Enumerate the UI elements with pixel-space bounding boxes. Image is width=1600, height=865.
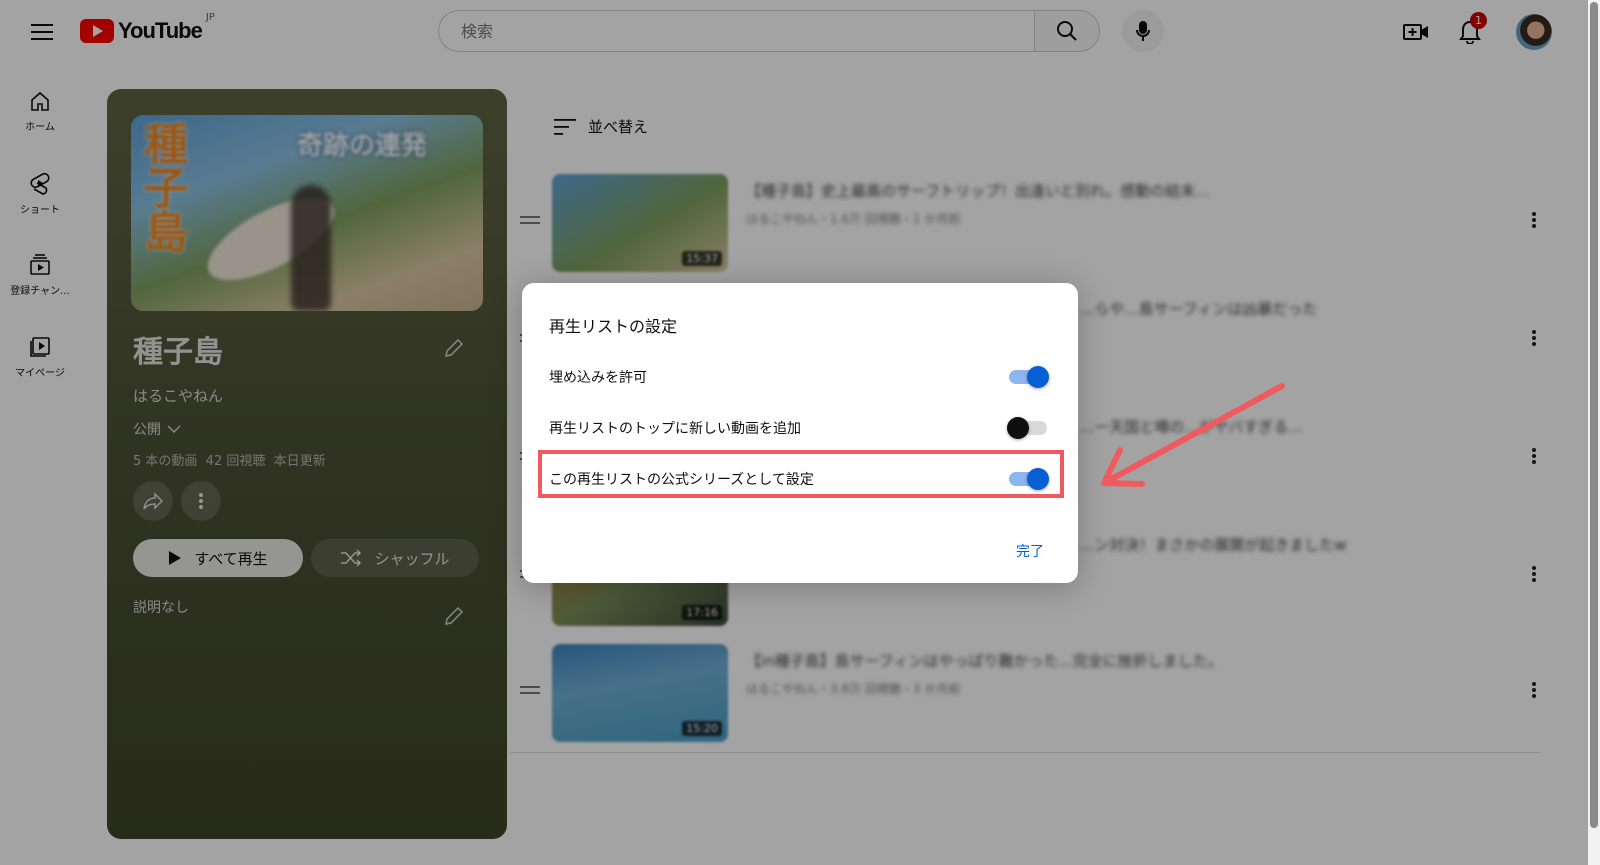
scrollbar-thumb[interactable] (1590, 2, 1598, 828)
dialog-title: 再生リストの設定 (549, 317, 678, 336)
toggle-switch[interactable] (1007, 417, 1047, 439)
toggle-switch[interactable] (1009, 366, 1049, 388)
annotation-arrow-icon (1101, 383, 1285, 487)
setting-label: 再生リストのトップに新しい動画を追加 (549, 421, 801, 437)
done-button[interactable]: 完了 (1016, 541, 1044, 561)
setting-add-to-top[interactable]: 再生リストのトップに新しい動画を追加 (549, 413, 1047, 443)
setting-label: 埋め込みを許可 (549, 370, 647, 386)
toggle-knob (1007, 417, 1029, 439)
highlight-box (538, 450, 1064, 498)
setting-allow-embedding[interactable]: 埋め込みを許可 (549, 362, 1049, 392)
toggle-knob (1027, 366, 1049, 388)
playlist-settings-dialog: 再生リストの設定 埋め込みを許可 再生リストのトップに新しい動画を追加 この再生… (522, 283, 1078, 583)
